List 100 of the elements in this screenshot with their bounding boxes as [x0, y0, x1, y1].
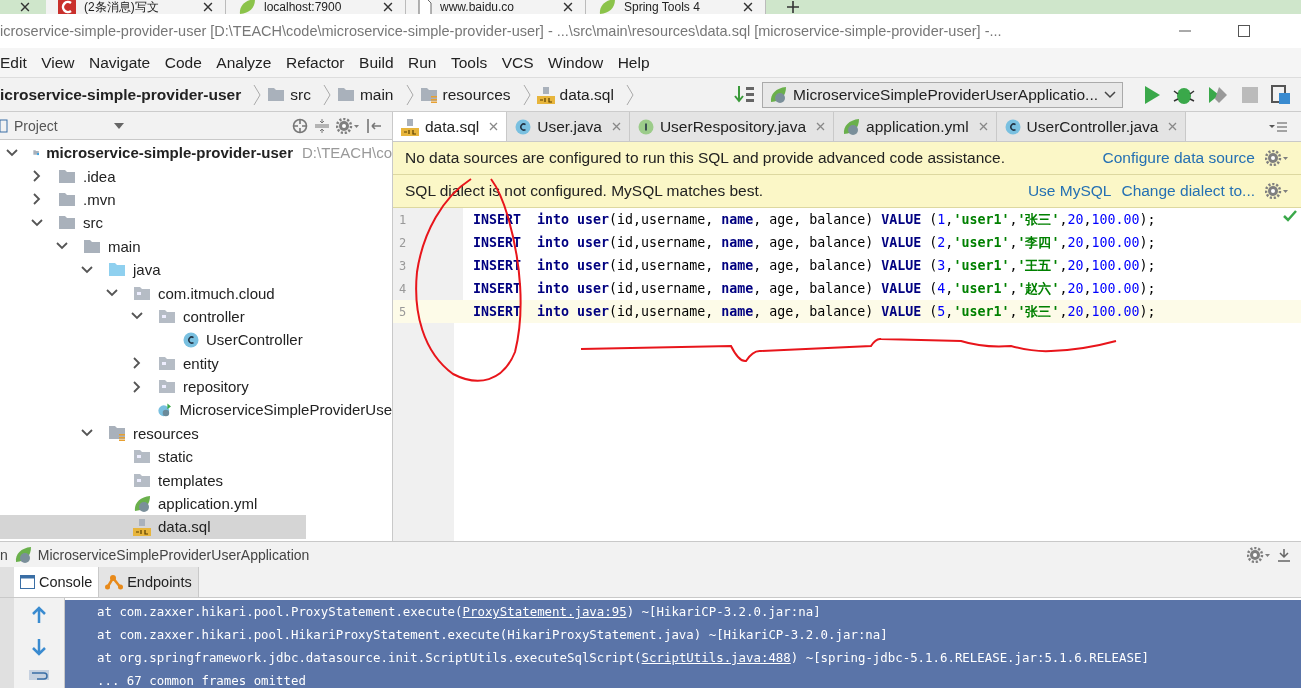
- panel-icon: [0, 118, 8, 133]
- banner-link[interactable]: Use MySQL: [1027, 182, 1112, 200]
- editor-tab[interactable]: UserRespository.java: [629, 112, 835, 141]
- menu-item[interactable]: Build: [359, 53, 394, 72]
- breadcrumb[interactable]: main: [336, 85, 394, 104]
- breadcrumb[interactable]: src: [267, 85, 311, 104]
- tree-item[interactable]: microservice-simple-provider-user D:\TEACH\co: [0, 141, 392, 165]
- source-link[interactable]: ScriptUtils.java:488: [641, 650, 791, 665]
- spring-leaf-icon: [769, 85, 788, 104]
- tree-item[interactable]: entity: [0, 351, 392, 375]
- collapse-icon[interactable]: [314, 117, 330, 134]
- editor-tab[interactable]: User.java: [507, 112, 630, 141]
- menu-item[interactable]: Refactor: [285, 53, 345, 72]
- tree-item[interactable]: .idea: [0, 164, 392, 188]
- browser-tab[interactable]: (2条消息)写文: [46, 0, 226, 14]
- folder-icon: [58, 215, 76, 231]
- menu-item[interactable]: View: [41, 53, 75, 72]
- run-icon[interactable]: [1143, 84, 1161, 105]
- folder-icon: [336, 87, 355, 102]
- browser-tab[interactable]: localhost:7900: [226, 0, 406, 14]
- spring-leaf-icon: [13, 545, 32, 564]
- chevron-icon: [405, 83, 414, 106]
- editor-tab[interactable]: application.yml: [834, 112, 997, 141]
- maximize-icon[interactable]: [1237, 24, 1251, 38]
- project-structure-icon[interactable]: [1271, 84, 1291, 105]
- panel-title[interactable]: Project: [14, 117, 58, 134]
- class-icon: [1004, 118, 1021, 135]
- tree-item[interactable]: MicroserviceSimpleProviderUse: [0, 398, 392, 422]
- package-icon: [133, 449, 151, 465]
- menu-item[interactable]: Code: [164, 53, 202, 72]
- menu-item[interactable]: Help: [617, 53, 650, 72]
- settings-icon[interactable]: [1265, 150, 1289, 166]
- browser-tab[interactable]: Spring Tools 4: [586, 0, 766, 14]
- spring-leaf-icon: [133, 494, 151, 513]
- menu-item[interactable]: Edit: [0, 53, 27, 72]
- chevron-icon: [322, 83, 331, 106]
- tree-item[interactable]: data.sql: [0, 515, 306, 539]
- menu-item[interactable]: Analyze: [216, 53, 272, 72]
- menu-item[interactable]: Run: [408, 53, 437, 72]
- close-icon[interactable]: [203, 2, 213, 12]
- close-icon[interactable]: [383, 2, 393, 12]
- package-icon: [133, 285, 151, 301]
- hide-panel-icon[interactable]: [366, 117, 382, 134]
- banner-link[interactable]: Configure data source: [1102, 149, 1255, 167]
- settings-icon[interactable]: [1247, 546, 1271, 563]
- browser-tab[interactable]: www.baidu.co: [406, 0, 586, 14]
- new-tab-icon[interactable]: [786, 0, 800, 14]
- menu-item[interactable]: Window: [548, 53, 604, 72]
- editor-tab[interactable]: UserController.java: [996, 112, 1187, 141]
- folder-icon: [83, 238, 101, 254]
- window-title: icroservice-simple-provider-user [D:\TEACH\code\microservice-simple-provider-user] - ...\src\main\resources\data.sql [microservice-simple-provider-user] -...: [0, 23, 1002, 39]
- up-arrow-icon[interactable]: [31, 606, 47, 624]
- settings-icon[interactable]: [336, 117, 360, 134]
- run-title: MicroserviceSimpleProviderUserApplication: [37, 546, 310, 563]
- source-link[interactable]: ProxyStatement.java:95: [462, 604, 627, 619]
- hide-icon[interactable]: [1277, 547, 1291, 562]
- module-path: D:\TEACH\co: [302, 144, 392, 162]
- tree-item[interactable]: controller: [0, 304, 392, 329]
- menu-item[interactable]: Navigate: [89, 53, 151, 72]
- run-tab[interactable]: Endpoints: [99, 567, 199, 597]
- tree-item[interactable]: static: [0, 445, 392, 469]
- chevron-icon: [522, 83, 531, 106]
- line-number: 5: [398, 304, 408, 319]
- sort-icon[interactable]: [734, 84, 757, 105]
- tree-item[interactable]: resources: [0, 421, 392, 446]
- editor-tab[interactable]: data.sql: [393, 112, 508, 141]
- tree-item[interactable]: application.yml: [0, 491, 392, 516]
- tree-item[interactable]: com.itmuch.cloud: [0, 281, 392, 305]
- locate-icon[interactable]: [292, 117, 308, 134]
- tree-item[interactable]: UserController: [0, 328, 392, 352]
- tree-item[interactable]: main: [0, 234, 392, 258]
- tree-item[interactable]: .mvn: [0, 187, 392, 212]
- package-icon: [158, 379, 176, 395]
- coverage-icon[interactable]: [1207, 84, 1229, 105]
- sql-file-icon: [401, 117, 419, 136]
- breadcrumb[interactable]: icroservice-simple-provider-user: [0, 85, 242, 104]
- breadcrumb[interactable]: data.sql: [536, 85, 614, 104]
- menu-item[interactable]: Tools: [450, 53, 488, 72]
- run-configuration-dropdown[interactable]: MicroserviceSimpleProviderUserApplicatio...: [762, 81, 1123, 108]
- line-number: 1: [398, 212, 408, 227]
- tree-item[interactable]: src: [0, 211, 392, 235]
- settings-icon[interactable]: [1265, 183, 1289, 199]
- tree-item[interactable]: repository: [0, 374, 392, 399]
- banner-link[interactable]: Change dialect to...: [1121, 182, 1255, 200]
- breadcrumb[interactable]: resources: [419, 85, 511, 104]
- menu-item[interactable]: VCS: [501, 53, 534, 72]
- dropdown-caret-icon[interactable]: [113, 122, 124, 129]
- tree-item[interactable]: templates: [0, 468, 392, 492]
- run-label: n: [0, 546, 8, 563]
- close-icon[interactable]: [743, 2, 753, 12]
- spring-leaf-icon: [842, 117, 861, 136]
- run-tab[interactable]: Console: [14, 567, 100, 597]
- close-icon[interactable]: [20, 2, 30, 12]
- wrap-icon[interactable]: [29, 670, 49, 680]
- tree-item[interactable]: java: [0, 257, 392, 282]
- chevron-icon: [625, 83, 634, 106]
- close-icon[interactable]: [563, 2, 573, 12]
- folder-icon: [58, 191, 76, 207]
- line-number: 2: [398, 235, 408, 250]
- down-arrow-icon[interactable]: [31, 638, 47, 656]
